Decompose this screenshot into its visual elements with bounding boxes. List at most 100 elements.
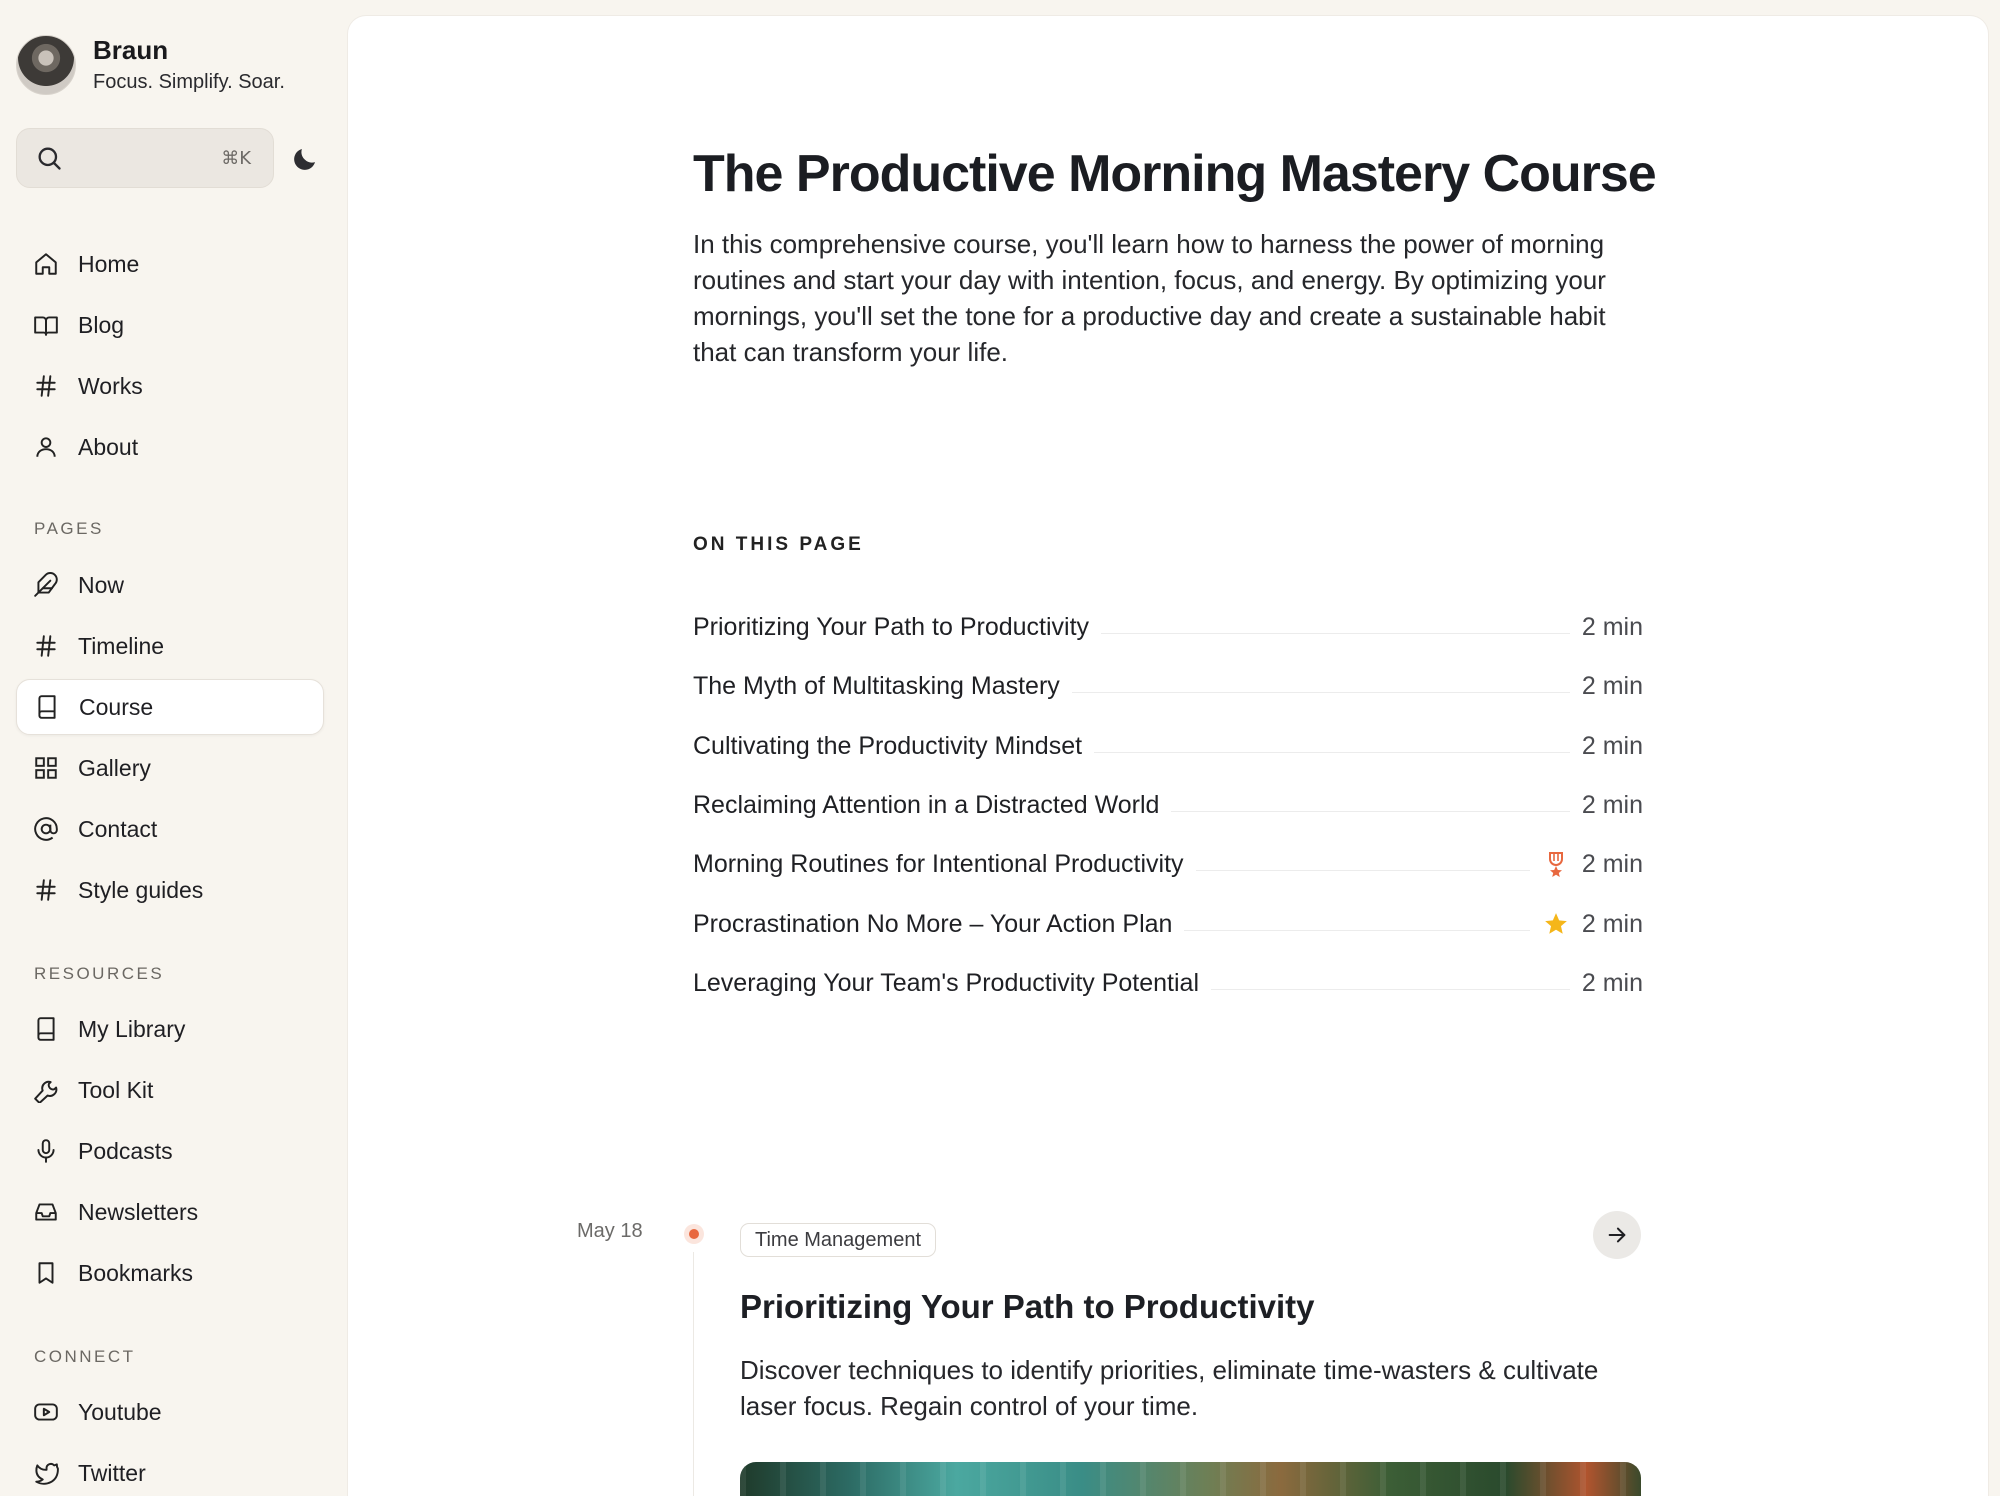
toc-leader xyxy=(1101,633,1570,635)
toc-leader xyxy=(1211,988,1570,990)
user-icon xyxy=(32,433,60,461)
post-date: May 18 xyxy=(577,1220,643,1242)
toc-item-time: 2 min xyxy=(1581,791,1643,820)
toc-item-time: 2 min xyxy=(1581,672,1643,701)
toc-item-time: 2 min xyxy=(1581,968,1643,997)
course-intro: In this comprehensive course, you'll lea… xyxy=(693,229,1606,367)
nav-blog-label: Blog xyxy=(78,311,125,338)
nav-newsletters[interactable]: Newsletters xyxy=(16,1184,324,1240)
toc-item-time: 2 min xyxy=(1581,613,1643,642)
at-sign-icon xyxy=(32,815,60,843)
nav-course[interactable]: Course xyxy=(16,679,324,735)
nav-home-label: Home xyxy=(78,250,140,277)
nav-podcasts-label: Podcasts xyxy=(78,1137,173,1164)
youtube-icon xyxy=(32,1398,60,1426)
nav-now[interactable]: Now xyxy=(16,557,324,613)
toc-leader xyxy=(1195,870,1530,872)
nav-contact-label: Contact xyxy=(78,815,158,842)
arrow-right-icon xyxy=(1608,1227,1626,1243)
nav-gallery[interactable]: Gallery xyxy=(16,740,324,796)
nav-works-label: Works xyxy=(78,372,143,399)
nav-style-guides-label: Style guides xyxy=(78,876,204,903)
toc-item[interactable]: Prioritizing Your Path to Productivity 2… xyxy=(693,598,1643,657)
hash-icon xyxy=(32,372,60,400)
toc-heading: ON THIS PAGE xyxy=(693,534,864,555)
nav-bookmarks[interactable]: Bookmarks xyxy=(16,1245,324,1301)
nav-my-library[interactable]: My Library xyxy=(16,1001,324,1057)
table-of-contents: Prioritizing Your Path to Productivity 2… xyxy=(693,598,1643,1013)
nav-tool-kit-label: Tool Kit xyxy=(78,1076,154,1103)
microphone-icon xyxy=(32,1137,60,1165)
nav-style-guides[interactable]: Style guides xyxy=(16,862,324,918)
toc-item-title: Leveraging Your Team's Productivity Pote… xyxy=(693,968,1200,997)
main-content: The Productive Morning Mastery Course In… xyxy=(348,16,1988,1496)
toc-leader xyxy=(1171,811,1570,813)
nav-podcasts[interactable]: Podcasts xyxy=(16,1123,324,1179)
nav-timeline[interactable]: Timeline xyxy=(16,618,324,674)
toc-item-title: The Myth of Multitasking Mastery xyxy=(693,672,1060,701)
nav-now-label: Now xyxy=(78,571,125,598)
post-tag[interactable]: Time Management xyxy=(740,1223,936,1257)
post-description: Discover techniques to identify prioriti… xyxy=(740,1355,1599,1421)
nav-youtube-label: Youtube xyxy=(78,1398,162,1425)
bookmark-icon xyxy=(32,1259,60,1287)
toc-item-time: 2 min xyxy=(1581,850,1643,879)
toc-item-title: Cultivating the Productivity Mindset xyxy=(693,731,1083,760)
grid-icon xyxy=(32,754,60,782)
nav-home[interactable]: Home xyxy=(16,236,324,292)
twitter-icon xyxy=(32,1459,60,1487)
toc-item[interactable]: Procrastination No More – Your Action Pl… xyxy=(693,894,1643,953)
hash-icon xyxy=(32,876,60,904)
toc-item[interactable]: The Myth of Multitasking Mastery 2 min xyxy=(693,657,1643,716)
toc-item[interactable]: Cultivating the Productivity Mindset 2 m… xyxy=(693,717,1643,776)
timeline-line xyxy=(693,1252,694,1496)
resources-section-title: RESOURCES xyxy=(34,964,165,983)
toc-item[interactable]: Reclaiming Attention in a Distracted Wor… xyxy=(693,776,1643,835)
avatar xyxy=(16,35,76,95)
search-button[interactable]: ⌘K xyxy=(16,128,274,188)
connect-section-title: CONNECT xyxy=(34,1347,136,1366)
profile[interactable]: Braun Focus. Simplify. Soar. xyxy=(16,34,285,96)
toc-item-time: 2 min xyxy=(1581,909,1643,938)
nav-about[interactable]: About xyxy=(16,419,324,475)
nav-twitter-label: Twitter xyxy=(78,1459,146,1486)
nav-contact[interactable]: Contact xyxy=(16,801,324,857)
star-icon xyxy=(1542,910,1570,938)
nav-about-label: About xyxy=(78,433,139,460)
search-shortcut: ⌘K xyxy=(221,147,251,169)
page-title: The Productive Morning Mastery Course xyxy=(693,145,1657,203)
toc-item-title: Morning Routines for Intentional Product… xyxy=(693,850,1184,879)
profile-tagline: Focus. Simplify. Soar. xyxy=(93,71,285,93)
nav-youtube[interactable]: Youtube xyxy=(16,1384,324,1440)
award-icon xyxy=(1542,851,1570,879)
nav-newsletters-label: Newsletters xyxy=(78,1198,199,1225)
post-cover-image[interactable] xyxy=(740,1462,1641,1496)
nav-twitter[interactable]: Twitter xyxy=(16,1445,324,1488)
profile-name: Braun xyxy=(93,35,169,65)
nav-tool-kit[interactable]: Tool Kit xyxy=(16,1062,324,1118)
toc-leader xyxy=(1184,929,1530,931)
toc-item[interactable]: Leveraging Your Team's Productivity Pote… xyxy=(693,954,1643,1013)
moon-icon[interactable] xyxy=(290,144,320,174)
wrench-icon xyxy=(32,1076,60,1104)
nav-gallery-label: Gallery xyxy=(78,754,151,781)
nav-blog[interactable]: Blog xyxy=(16,297,324,353)
sidebar: Braun Focus. Simplify. Soar. ⌘K Home Blo… xyxy=(0,0,346,1488)
open-post-button[interactable] xyxy=(1593,1211,1641,1259)
toc-leader xyxy=(1071,692,1570,694)
toc-item-title: Procrastination No More – Your Action Pl… xyxy=(693,909,1173,938)
timeline-dot xyxy=(684,1224,704,1244)
search-icon xyxy=(38,147,61,170)
nav-timeline-label: Timeline xyxy=(78,632,165,659)
toc-item-title: Reclaiming Attention in a Distracted Wor… xyxy=(693,791,1160,820)
pages-section-title: PAGES xyxy=(34,519,104,538)
profile-text: Braun Focus. Simplify. Soar. xyxy=(93,34,285,96)
nav-my-library-label: My Library xyxy=(78,1015,186,1042)
book-icon xyxy=(32,1015,60,1043)
hash-icon xyxy=(32,632,60,660)
toc-leader xyxy=(1094,751,1570,753)
post-title[interactable]: Prioritizing Your Path to Productivity xyxy=(740,1288,1315,1326)
toc-item[interactable]: Morning Routines for Intentional Product… xyxy=(693,835,1643,894)
home-icon xyxy=(32,250,60,278)
nav-works[interactable]: Works xyxy=(16,358,324,414)
